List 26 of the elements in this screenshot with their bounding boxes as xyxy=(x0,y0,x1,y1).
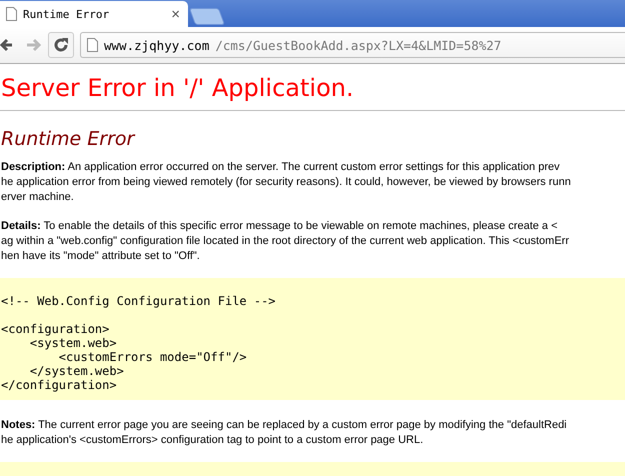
browser-tab[interactable]: Runtime Error × xyxy=(0,1,188,27)
paragraph-line: hen have its "mode" attribute set to "Off". xyxy=(1,249,201,264)
reload-button[interactable] xyxy=(48,32,74,58)
error-title: Runtime Error xyxy=(1,128,136,150)
address-bar[interactable]: www.zjqhyy.com /cms/GuestBookAdd.aspx?LX=4&LMID=58%27 xyxy=(80,32,625,58)
page-icon xyxy=(87,38,98,52)
code-line: </system.web> xyxy=(28,364,124,378)
page-icon xyxy=(6,7,17,21)
page-heading: Server Error in '/' Application. xyxy=(1,74,355,102)
code-line: <system.web> xyxy=(28,336,117,350)
code-line: <!-- Web.Config Configuration File --> xyxy=(1,294,276,308)
code-line: </configuration> xyxy=(1,378,117,392)
paragraph-line: ag within a "web.config" configuration file located in the root directory of the current web application. This <customErr xyxy=(1,234,569,249)
reload-icon xyxy=(53,37,69,53)
paragraph-line: erver machine. xyxy=(1,190,75,205)
tab-title: Runtime Error xyxy=(23,8,110,20)
code-line: <configuration> xyxy=(1,322,110,336)
code-line: <customErrors mode="Off"/> xyxy=(58,350,247,364)
new-tab-button[interactable] xyxy=(188,8,226,25)
paragraph-line: he application error from being viewed remotely (for security reasons). It could, however, be viewed by browsers runn xyxy=(1,175,571,190)
paragraph-line: Notes: The current error page you are seeing can be replaced by a custom error page by modifying the "defaultRedi xyxy=(1,418,567,433)
paragraph-line: Details: To enable the details of this specific error message to be viewable on remote machines, please create a < xyxy=(1,219,559,234)
close-tab-icon[interactable]: × xyxy=(171,6,180,22)
paragraph-line: he application's <customErrors> configuration tag to point to a custom error page URL. xyxy=(1,433,424,448)
back-arrow-icon[interactable] xyxy=(0,38,12,52)
paragraph-line: Description: An application error occurred on the server. The current custom error settings for this application prev xyxy=(1,160,561,175)
